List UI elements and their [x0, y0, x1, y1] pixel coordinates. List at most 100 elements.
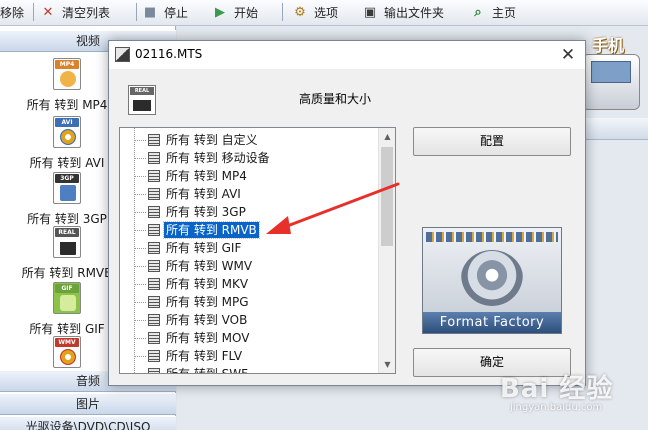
rmvb-quality-icon: REAL	[128, 85, 156, 115]
mobile-device-panel[interactable]: 手机	[580, 30, 644, 114]
tree-connector	[135, 302, 146, 303]
avi-format-icon: AVI	[53, 116, 81, 148]
home-button[interactable]: ⌕ 主页	[468, 0, 516, 24]
watermark-logo: Bai 经验	[500, 374, 614, 404]
toolbar-separator	[282, 3, 283, 21]
tree-connector	[135, 338, 146, 339]
options-icon: ⚙	[294, 4, 306, 20]
toolbar-separator	[136, 3, 137, 21]
tree-item[interactable]: 所有 转到 MPG	[120, 293, 378, 311]
sidebar-header-rom[interactable]: 光驱设备\DVD\CD\ISO	[0, 416, 176, 430]
sidebar-item-avi[interactable]: AVI 所有 转到 AVI	[14, 116, 120, 172]
film-format-icon	[148, 170, 160, 182]
sidebar-item-label: 所有 转到 RMVB	[21, 266, 113, 280]
sidebar-header-image[interactable]: 图片	[0, 393, 176, 415]
output-folder-button[interactable]: ▣ 输出文件夹	[360, 0, 444, 24]
tree-connector	[135, 140, 146, 141]
clear-list-button[interactable]: ✕ 清空列表	[38, 0, 110, 24]
tree-item-label: 所有 转到 FLV	[166, 349, 243, 363]
main-toolbar: 移除 ✕ 清空列表 ■ 停止 ▶ 开始 ⚙ 选项 ▣ 输出文件夹 ⌕ 主页	[0, 0, 648, 26]
dialog-titlebar[interactable]: 02116.MTS ✕	[109, 41, 585, 69]
toolbar-item-label: 移除	[0, 5, 25, 20]
tree-item-label: 所有 转到 MKV	[166, 277, 249, 291]
film-format-icon	[148, 134, 160, 146]
tree-item[interactable]: 所有 转到 VOB	[120, 311, 378, 329]
tree-connector	[135, 158, 146, 159]
film-format-icon	[148, 152, 160, 164]
sidebar-item-wmv[interactable]: WMV	[14, 336, 120, 372]
tree-item[interactable]: 所有 转到 SWF	[120, 365, 378, 373]
toolbar-separator	[33, 3, 34, 21]
start-button[interactable]: ▶ 开始	[210, 0, 258, 24]
film-format-icon	[148, 332, 160, 344]
tree-item-label: 所有 转到 3GP	[166, 205, 246, 219]
config-button[interactable]: 配置	[413, 127, 571, 156]
options-button[interactable]: ⚙ 选项	[290, 0, 338, 24]
format-tree-items: 所有 转到 自定义 所有 转到 移动设备 所有 转到 MP4 所有 转到 AVI 所有 …	[120, 128, 378, 373]
tree-connector	[135, 266, 146, 267]
tree-item[interactable]: 所有 转到 自定义	[120, 131, 378, 149]
tree-connector	[135, 320, 146, 321]
tree-item-label: 所有 转到 GIF	[166, 241, 242, 255]
stop-button[interactable]: ■ 停止	[140, 0, 188, 24]
sidebar-item-gif[interactable]: GIF 所有 转到 GIF	[14, 282, 120, 338]
home-icon: ⌕	[474, 4, 482, 20]
sidebar-item-label: 所有 转到 MP4	[26, 98, 108, 112]
sidebar-item-3gp[interactable]: 3GP 所有 转到 3GP	[14, 172, 120, 228]
tree-item[interactable]: 所有 转到 移动设备	[120, 149, 378, 167]
toolbar-item-label: 主页	[492, 5, 517, 20]
tree-item[interactable]: 所有 转到 MP4	[120, 167, 378, 185]
tree-item-label: 所有 转到 AVI	[166, 187, 241, 201]
dialog-title: 02116.MTS	[135, 47, 203, 61]
mp4-format-icon: MP4	[53, 58, 81, 90]
output-folder-icon: ▣	[363, 4, 377, 20]
toolbar-item-label: 开始	[234, 5, 259, 20]
tree-connector	[135, 284, 146, 285]
wmv-format-icon: WMV	[53, 336, 81, 368]
sidebar-item-mp4[interactable]: MP4 所有 转到 MP4	[14, 58, 120, 114]
toolbar-item-label: 清空列表	[62, 5, 111, 20]
close-icon[interactable]: ✕	[551, 41, 585, 69]
film-format-icon	[148, 350, 160, 362]
toolbar-item-label: 输出文件夹	[384, 5, 445, 20]
scroll-thumb[interactable]	[381, 147, 393, 246]
format-tree[interactable]: 所有 转到 自定义 所有 转到 移动设备 所有 转到 MP4 所有 转到 AVI 所有 …	[119, 127, 396, 374]
format-factory-logo: Format Factory	[422, 227, 562, 334]
toolbar-item-label: 停止	[164, 5, 189, 20]
film-reel-icon	[461, 250, 523, 306]
quality-label[interactable]: 高质量和大小	[299, 90, 371, 107]
tree-item[interactable]: 所有 转到 MKV	[120, 275, 378, 293]
film-format-icon	[148, 188, 160, 200]
scroll-up-arrow-icon[interactable]: ▲	[379, 128, 395, 145]
film-format-icon	[148, 368, 160, 373]
tree-item-label: 所有 转到 RMVB	[163, 221, 260, 239]
tree-item-label: 所有 转到 VOB	[166, 313, 248, 327]
tree-item[interactable]: 所有 转到 3GP	[120, 203, 378, 221]
toolbar-item-label: 选项	[314, 5, 339, 20]
film-format-icon	[148, 296, 160, 308]
tree-item-label: 所有 转到 WMV	[166, 259, 253, 273]
phone-icon	[582, 54, 640, 110]
baidu-watermark: Bai 经验 jingyan.baidu.com	[470, 368, 640, 428]
remove-button[interactable]: 移除	[0, 0, 24, 24]
tree-item-label: 所有 转到 MPG	[166, 295, 249, 309]
tree-item[interactable]: 所有 转到 AVI	[120, 185, 378, 203]
format-icons-strip	[426, 232, 558, 242]
sidebar-item-label: 所有 转到 AVI	[29, 156, 105, 170]
tree-item[interactable]: 所有 转到 RMVB	[120, 221, 378, 239]
sidebar-item-label: 所有 转到 3GP	[27, 212, 107, 226]
app-icon	[115, 47, 130, 62]
tree-item[interactable]: 所有 转到 FLV	[120, 347, 378, 365]
3gp-format-icon: 3GP	[53, 172, 81, 204]
tree-connector	[135, 356, 146, 357]
tree-scrollbar[interactable]: ▲ ▼	[378, 128, 395, 373]
sidebar-item-rmvb[interactable]: REAL 所有 转到 RMVB	[14, 226, 120, 282]
tree-item[interactable]: 所有 转到 GIF	[120, 239, 378, 257]
film-format-icon	[148, 314, 160, 326]
tree-item[interactable]: 所有 转到 WMV	[120, 257, 378, 275]
scroll-down-arrow-icon[interactable]: ▼	[379, 356, 395, 373]
tree-connector	[135, 248, 146, 249]
tree-item[interactable]: 所有 转到 MOV	[120, 329, 378, 347]
brand-label: Format Factory	[423, 312, 561, 333]
stop-icon: ■	[143, 4, 157, 20]
